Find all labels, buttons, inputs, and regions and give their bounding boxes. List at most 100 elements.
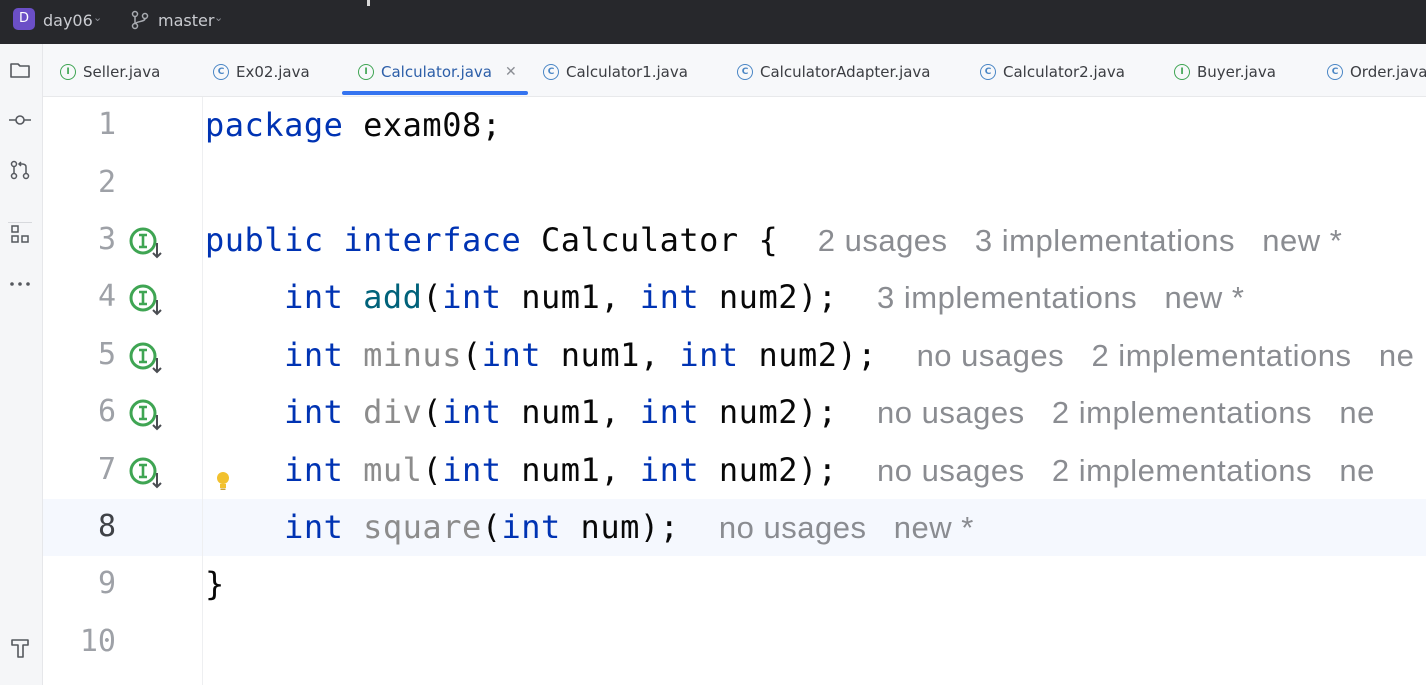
- line-number: 9: [97, 566, 116, 601]
- line-number: 1: [97, 107, 116, 142]
- code-text: num1,: [501, 278, 640, 316]
- chevron-down-icon[interactable]: ⌄: [93, 11, 102, 24]
- interface-icon: I: [358, 64, 374, 80]
- code-text: num2);: [699, 278, 838, 316]
- method-name: square: [363, 508, 482, 546]
- tab-calculator1[interactable]: C Calculator1.java: [543, 60, 688, 84]
- code-text: exam08;: [343, 106, 502, 144]
- inlay-hint[interactable]: 2 usages 3 implementations new *: [818, 223, 1343, 258]
- pull-requests-icon[interactable]: [6, 156, 34, 184]
- active-tab-indicator: [342, 91, 528, 95]
- code-line-9: }: [205, 565, 225, 603]
- code-line-6: int div(int num1, int num2); no usages 2…: [284, 393, 1375, 431]
- keyword: int: [442, 393, 502, 431]
- branch-name[interactable]: master: [158, 11, 214, 30]
- interface-icon: I: [1174, 64, 1190, 80]
- line-number: 6: [97, 394, 116, 429]
- code-text: num1,: [541, 336, 680, 374]
- keyword: int: [639, 393, 700, 431]
- close-icon[interactable]: ✕: [505, 64, 517, 80]
- keyword: int: [501, 508, 561, 546]
- tab-label: Calculator1.java: [566, 63, 688, 81]
- code-text: }: [205, 565, 225, 603]
- tab-label: Ex02.java: [236, 63, 310, 81]
- runnable-class-icon: C: [213, 64, 229, 80]
- keyword: package: [205, 106, 344, 144]
- cursor-mark: [367, 0, 370, 6]
- tab-calculator[interactable]: I Calculator.java ✕: [358, 60, 517, 84]
- code-text: num2);: [699, 393, 838, 431]
- implemented-method-icon[interactable]: [127, 455, 163, 491]
- keyword: int: [284, 393, 344, 431]
- tab-label: Calculator.java: [381, 63, 492, 81]
- keyword: int: [284, 451, 344, 489]
- code-line-3: public interface Calculator { 2 usages 3…: [205, 221, 1342, 259]
- inlay-hint[interactable]: no usages 2 implementations ne: [877, 453, 1375, 488]
- keyword: int: [639, 451, 700, 489]
- chevron-down-icon[interactable]: ⌄: [214, 11, 223, 24]
- implemented-interface-icon[interactable]: [127, 225, 163, 261]
- line-number: 4: [97, 279, 116, 314]
- tab-label: Buyer.java: [1197, 63, 1276, 81]
- class-icon: C: [1327, 64, 1343, 80]
- code-editor[interactable]: 1 2 3 4 5 6 7 8 9 10 package exam08; pub…: [43, 97, 1426, 685]
- keyword: public: [205, 221, 324, 259]
- implemented-method-icon[interactable]: [127, 282, 163, 318]
- inlay-hint[interactable]: no usages 2 implementations ne: [917, 338, 1415, 373]
- line-number: 5: [97, 337, 116, 372]
- code-line-8: int square(int num); no usages new *: [284, 508, 974, 546]
- implemented-method-icon[interactable]: [127, 397, 163, 433]
- tab-buyer[interactable]: I Buyer.java: [1174, 60, 1276, 84]
- interface-icon: I: [60, 64, 76, 80]
- tab-ex02[interactable]: C Ex02.java: [213, 60, 310, 84]
- code-line-5: int minus(int num1, int num2); no usages…: [284, 336, 1415, 374]
- keyword: int: [284, 278, 344, 316]
- keyword: int: [481, 336, 542, 374]
- line-number: 2: [97, 165, 116, 200]
- code-line-4: int add(int num1, int num2); 3 implement…: [284, 278, 1245, 316]
- keyword: int: [679, 336, 739, 374]
- keyword: int: [442, 451, 502, 489]
- code-text: num);: [560, 508, 680, 546]
- code-text: num1,: [501, 393, 640, 431]
- class-icon: C: [737, 64, 753, 80]
- code-line-7: int mul(int num1, int num2); no usages 2…: [284, 451, 1375, 489]
- tool-window-strip: [0, 44, 43, 685]
- title-bar: D day06 ⌄ master ⌄: [0, 0, 1426, 44]
- class-icon: C: [543, 64, 559, 80]
- commit-icon[interactable]: [6, 106, 34, 134]
- project-badge[interactable]: D: [13, 8, 35, 30]
- code-text: num2);: [699, 451, 838, 489]
- tab-calculator-adapter[interactable]: C CalculatorAdapter.java: [737, 60, 931, 84]
- inlay-hint[interactable]: 3 implementations new *: [877, 280, 1244, 315]
- structure-icon[interactable]: [6, 220, 34, 248]
- tab-label: Order.java: [1350, 63, 1426, 81]
- tab-order[interactable]: C Order.java: [1327, 60, 1426, 84]
- build-hammer-icon[interactable]: [6, 634, 34, 662]
- tab-seller[interactable]: I Seller.java: [60, 60, 160, 84]
- line-number: 3: [97, 222, 116, 257]
- tab-label: Calculator2.java: [1003, 63, 1125, 81]
- code-line-1: package exam08;: [205, 106, 501, 144]
- branch-icon[interactable]: [131, 10, 149, 30]
- method-name: div: [363, 393, 423, 431]
- tab-calculator2[interactable]: C Calculator2.java: [980, 60, 1125, 84]
- keyword: int: [639, 278, 700, 316]
- inlay-hint[interactable]: no usages new *: [719, 510, 974, 545]
- line-number: 7: [97, 452, 116, 487]
- class-icon: C: [980, 64, 996, 80]
- line-number: 10: [79, 624, 116, 659]
- inlay-hint[interactable]: no usages 2 implementations ne: [877, 395, 1375, 430]
- code-text: num1,: [501, 451, 640, 489]
- editor-tab-bar: I Seller.java C Ex02.java I Calculator.j…: [43, 44, 1426, 97]
- line-number: 8: [97, 509, 116, 544]
- keyword: int: [442, 278, 502, 316]
- method-name: add: [363, 278, 423, 316]
- keyword: interface: [343, 221, 522, 259]
- folder-icon[interactable]: [6, 56, 34, 84]
- project-name[interactable]: day06: [43, 11, 93, 30]
- more-icon[interactable]: [6, 270, 34, 298]
- method-name: mul: [363, 451, 423, 489]
- implemented-method-icon[interactable]: [127, 340, 163, 376]
- gutter-divider: [202, 97, 203, 685]
